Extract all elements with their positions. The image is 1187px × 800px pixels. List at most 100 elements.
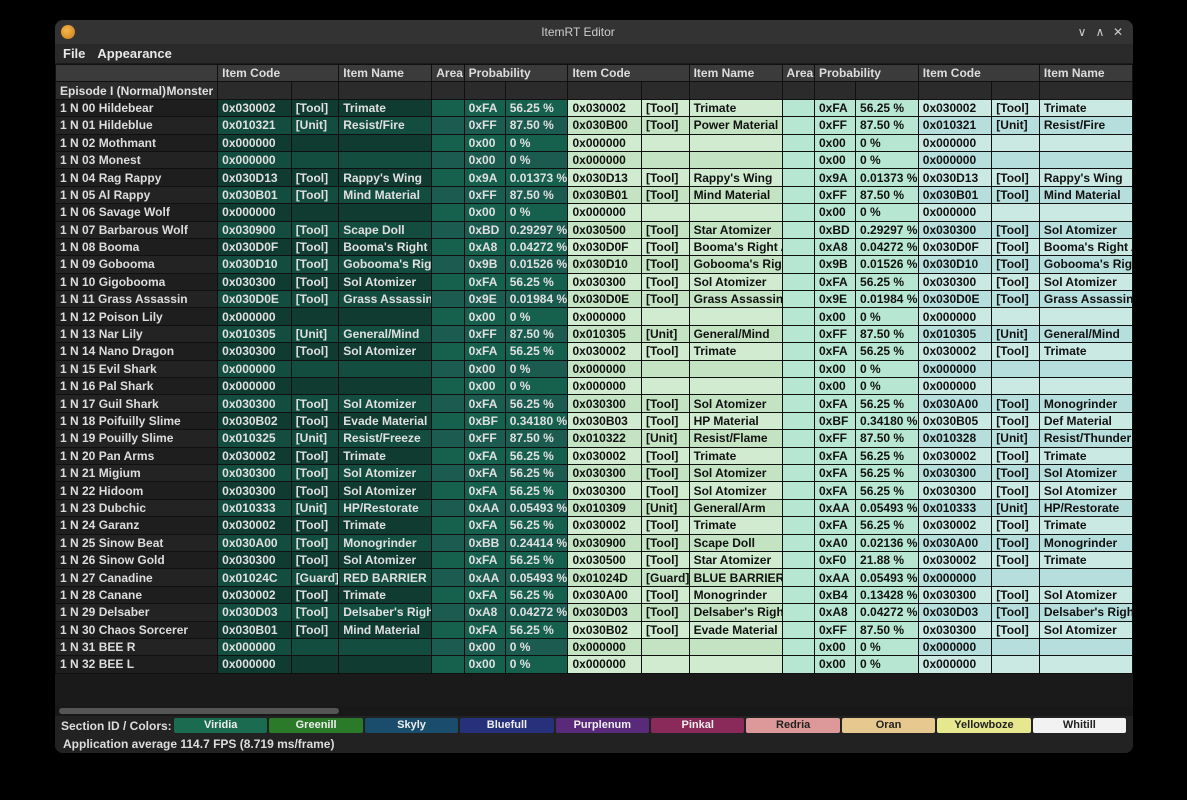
cell[interactable]: [Tool] <box>641 186 689 203</box>
cell[interactable]: Power Material <box>689 117 782 134</box>
cell[interactable]: 0x000000 <box>568 638 642 655</box>
cell[interactable]: Sol Atomizer <box>1039 586 1132 603</box>
cell[interactable] <box>1039 569 1132 586</box>
table-row[interactable]: 1 N 24 Garanz0x030002[Tool]Trimate0xFA56… <box>56 517 1133 534</box>
cell[interactable]: 0xFF <box>814 186 855 203</box>
cell[interactable] <box>782 638 814 655</box>
table-row[interactable]: 1 N 00 Hildebear0x030002[Tool]Trimate0xF… <box>56 99 1133 116</box>
cell[interactable] <box>432 360 464 377</box>
cell[interactable] <box>291 638 339 655</box>
cell[interactable] <box>432 238 464 255</box>
section-id-chip[interactable]: Viridia <box>174 718 267 733</box>
cell[interactable] <box>339 360 432 377</box>
cell[interactable]: 0x030D13 <box>918 169 992 186</box>
cell[interactable]: 1 N 20 Pan Arms <box>56 447 218 464</box>
cell[interactable]: [Tool] <box>992 186 1040 203</box>
cell[interactable]: [Unit] <box>992 325 1040 342</box>
cell[interactable]: 0xAA <box>814 499 855 516</box>
cell[interactable]: 0x030D0E <box>218 291 292 308</box>
cell[interactable]: 0x030D10 <box>218 256 292 273</box>
cell[interactable]: 0x030500 <box>568 551 642 568</box>
cell[interactable]: 56.25 % <box>505 343 568 360</box>
cell[interactable] <box>641 378 689 395</box>
cell[interactable] <box>432 221 464 238</box>
cell[interactable] <box>641 638 689 655</box>
cell[interactable]: 0x030002 <box>568 447 642 464</box>
cell[interactable]: Monogrinder <box>1039 534 1132 551</box>
cell[interactable]: 1 N 10 Gigobooma <box>56 273 218 290</box>
cell[interactable]: [Guard] <box>291 569 339 586</box>
cell[interactable] <box>641 151 689 168</box>
cell[interactable]: Evade Material <box>689 621 782 638</box>
cell[interactable]: 0x00 <box>814 308 855 325</box>
cell[interactable]: 0x01024D <box>568 569 642 586</box>
cell[interactable]: 0xFA <box>464 482 505 499</box>
cell[interactable]: 87.50 % <box>505 186 568 203</box>
cell[interactable]: 0x000000 <box>918 360 992 377</box>
cell[interactable]: HP Material <box>689 412 782 429</box>
cell[interactable]: 0.29297 % <box>856 221 919 238</box>
cell[interactable]: 0 % <box>856 151 919 168</box>
cell[interactable] <box>291 151 339 168</box>
cell[interactable]: 0x000000 <box>218 151 292 168</box>
cell[interactable] <box>782 360 814 377</box>
cell[interactable]: 0.01526 % <box>505 256 568 273</box>
cell[interactable]: 1 N 22 Hidoom <box>56 482 218 499</box>
cell[interactable]: 0x030B05 <box>918 412 992 429</box>
table-row[interactable]: 1 N 28 Canane0x030002[Tool]Trimate0xFA56… <box>56 586 1133 603</box>
cell[interactable] <box>782 586 814 603</box>
table-row[interactable]: 1 N 08 Booma0x030D0F[Tool]Booma's Right … <box>56 238 1133 255</box>
cell[interactable] <box>689 134 782 151</box>
cell[interactable]: 1 N 12 Poison Lily <box>56 308 218 325</box>
cell[interactable] <box>782 291 814 308</box>
cell[interactable]: Booma's Right Arm <box>689 238 782 255</box>
cell[interactable]: [Unit] <box>992 117 1040 134</box>
cell[interactable]: 0x000000 <box>568 151 642 168</box>
cell[interactable]: Gobooma's Right Arm <box>689 256 782 273</box>
cell[interactable]: [Tool] <box>291 586 339 603</box>
cell[interactable]: 0xFA <box>814 343 855 360</box>
cell[interactable]: Trimate <box>1039 343 1132 360</box>
cell[interactable] <box>432 430 464 447</box>
table-row[interactable]: 1 N 18 Poifuilly Slime0x030B02[Tool]Evad… <box>56 412 1133 429</box>
cell[interactable] <box>432 291 464 308</box>
cell[interactable] <box>1039 378 1132 395</box>
section-id-chip[interactable]: Redria <box>746 718 839 733</box>
cell[interactable]: 0x010305 <box>918 325 992 342</box>
cell[interactable]: General/Mind <box>689 325 782 342</box>
cell[interactable]: 0x00 <box>464 151 505 168</box>
cell[interactable]: 0x030B01 <box>218 621 292 638</box>
cell[interactable] <box>432 204 464 221</box>
cell[interactable]: Sol Atomizer <box>339 482 432 499</box>
cell[interactable] <box>291 204 339 221</box>
cell[interactable]: 0xFA <box>814 395 855 412</box>
section-id-chip[interactable]: Oran <box>842 718 935 733</box>
cell[interactable]: Sol Atomizer <box>689 464 782 481</box>
cell[interactable]: [Tool] <box>641 586 689 603</box>
cell[interactable]: Trimate <box>689 99 782 116</box>
cell[interactable] <box>782 99 814 116</box>
cell[interactable]: 56.25 % <box>505 273 568 290</box>
cell[interactable]: 0xFF <box>464 117 505 134</box>
cell[interactable]: 1 N 25 Sinow Beat <box>56 534 218 551</box>
cell[interactable]: 0x030300 <box>218 482 292 499</box>
cell[interactable]: 0x030300 <box>218 551 292 568</box>
cell[interactable]: [Tool] <box>291 291 339 308</box>
cell[interactable]: 0x030900 <box>568 534 642 551</box>
cell[interactable]: 0x00 <box>814 204 855 221</box>
cell[interactable]: 0x030D0E <box>568 291 642 308</box>
cell[interactable]: Sol Atomizer <box>689 482 782 499</box>
cell[interactable] <box>432 499 464 516</box>
cell[interactable]: 0x000000 <box>218 378 292 395</box>
cell[interactable] <box>339 134 432 151</box>
cell[interactable]: 1 N 18 Poifuilly Slime <box>56 412 218 429</box>
cell[interactable]: [Tool] <box>291 238 339 255</box>
cell[interactable]: [Tool] <box>992 604 1040 621</box>
cell[interactable]: 0x030B02 <box>568 621 642 638</box>
cell[interactable]: 1 N 14 Nano Dragon <box>56 343 218 360</box>
cell[interactable] <box>339 151 432 168</box>
cell[interactable]: Sol Atomizer <box>689 395 782 412</box>
cell[interactable] <box>432 447 464 464</box>
cell[interactable]: [Tool] <box>992 586 1040 603</box>
table-row[interactable]: 1 N 25 Sinow Beat0x030A00[Tool]Monogrind… <box>56 534 1133 551</box>
